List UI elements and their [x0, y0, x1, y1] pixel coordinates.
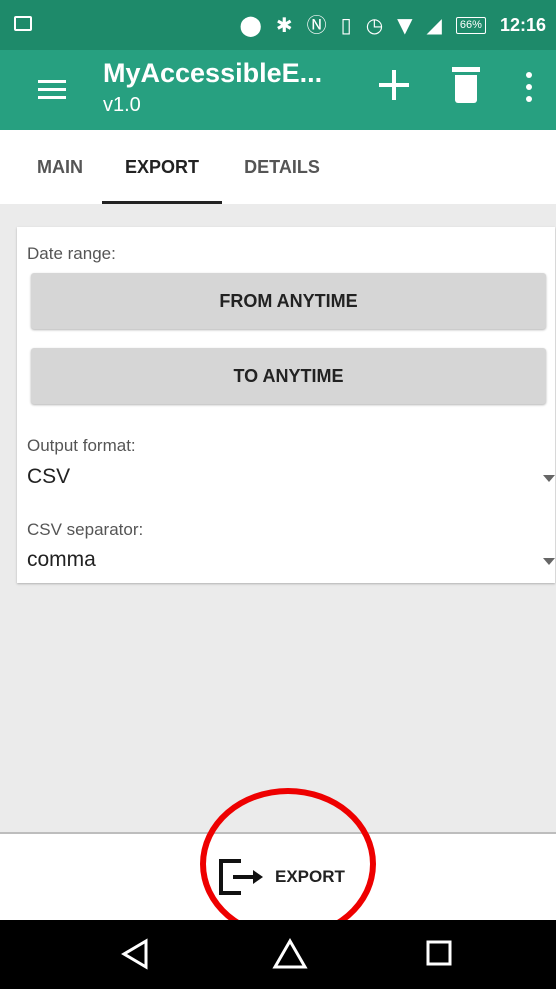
vibrate-icon: ▯ — [340, 13, 352, 37]
tab-details[interactable]: DETAILS — [230, 130, 334, 204]
export-icon — [219, 859, 263, 895]
bottom-action-bar: EXPORT — [0, 834, 556, 920]
trash-icon[interactable] — [449, 67, 483, 105]
wifi-icon: ▼ — [397, 13, 413, 37]
tab-main[interactable]: MAIN — [18, 130, 102, 204]
home-icon[interactable] — [272, 938, 308, 970]
tab-export[interactable]: EXPORT — [102, 130, 222, 204]
bluetooth-icon: ✱ — [275, 13, 293, 37]
recents-icon[interactable] — [424, 938, 454, 968]
tab-bar: MAIN EXPORT DETAILS — [0, 130, 556, 204]
csv-separator-value: comma — [27, 548, 96, 571]
app-title: MyAccessibleE... — [103, 58, 323, 88]
date-range-label: Date range: — [27, 244, 116, 263]
app-bar: MyAccessibleE... v1.0 — [0, 50, 556, 130]
export-button[interactable]: EXPORT — [217, 854, 345, 900]
menu-icon[interactable] — [38, 80, 66, 100]
output-format-value: CSV — [27, 465, 71, 488]
status-bar: ⬤ ✱ Ⓝ ▯ ◷ ▼ ◢ 66% 12:16 — [0, 0, 556, 50]
battery-icon: 66% — [455, 16, 486, 34]
system-nav-bar — [0, 920, 556, 989]
nfc-icon: Ⓝ — [306, 13, 327, 37]
from-date-button[interactable]: FROM ANYTIME — [31, 273, 546, 329]
csv-separator-label: CSV separator: — [27, 520, 144, 539]
output-format-select[interactable]: CSV — [27, 465, 555, 495]
export-label: EXPORT — [275, 867, 345, 886]
back-icon[interactable] — [120, 938, 150, 970]
plus-icon[interactable] — [377, 68, 411, 102]
dropdown-arrow-icon — [543, 558, 555, 565]
image-icon — [14, 16, 32, 31]
location-icon: ⬤ — [239, 13, 262, 37]
dropdown-arrow-icon — [543, 475, 555, 482]
overflow-icon[interactable] — [526, 72, 534, 106]
alarm-icon: ◷ — [365, 13, 384, 37]
status-time: 12:16 — [499, 14, 546, 35]
status-icons: ⬤ ✱ Ⓝ ▯ ◷ ▼ ◢ 66% 12:16 — [240, 0, 546, 50]
export-options-card: Date range: FROM ANYTIME TO ANYTIME Outp… — [17, 227, 555, 583]
signal-icon: ◢ — [426, 13, 442, 37]
to-date-button[interactable]: TO ANYTIME — [31, 348, 546, 404]
csv-separator-select[interactable]: comma — [27, 548, 555, 578]
app-subtitle: v1.0 — [103, 94, 141, 116]
output-format-label: Output format: — [27, 436, 136, 455]
